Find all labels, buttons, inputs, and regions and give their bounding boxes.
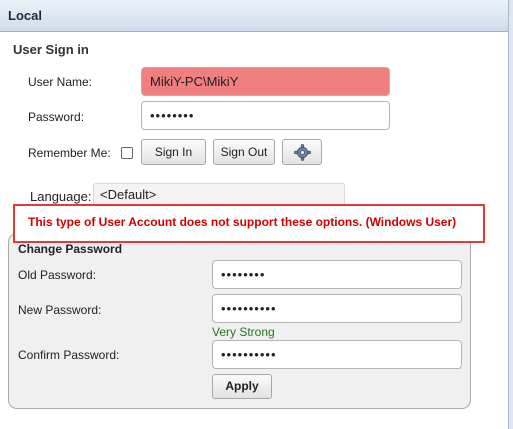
sign-out-button[interactable]: Sign Out — [213, 139, 275, 165]
new-password-field[interactable]: •••••••••• — [212, 294, 462, 323]
gear-icon — [294, 144, 311, 161]
sign-in-title: User Sign in — [13, 42, 89, 57]
password-label: Password: — [28, 110, 85, 124]
password-strength: Very Strong — [212, 325, 275, 339]
confirm-password-field[interactable]: •••••••••• — [212, 340, 462, 369]
change-password-title: Change Password — [18, 242, 123, 256]
username-field[interactable]: MikiY-PC\MikiY — [141, 67, 390, 96]
language-label: Language: — [30, 189, 92, 204]
old-password-label: Old Password: — [18, 268, 97, 282]
username-label: User Name: — [28, 75, 93, 89]
new-password-label: New Password: — [18, 303, 102, 317]
sign-in-button[interactable]: Sign In — [141, 139, 206, 165]
remember-me-checkbox[interactable] — [121, 147, 133, 159]
old-password-field[interactable]: •••••••• — [212, 260, 462, 289]
scrollbar-edge[interactable] — [508, 0, 513, 429]
windows-user-warning: This type of User Account does not suppo… — [13, 204, 485, 243]
panel-header: Local — [0, 0, 508, 32]
panel-title: Local — [8, 8, 42, 23]
apply-button[interactable]: Apply — [212, 374, 272, 399]
settings-button[interactable] — [282, 139, 322, 165]
remember-me-label: Remember Me: — [28, 146, 111, 160]
confirm-password-label: Confirm Password: — [18, 348, 120, 362]
password-field[interactable]: •••••••• — [141, 101, 390, 130]
